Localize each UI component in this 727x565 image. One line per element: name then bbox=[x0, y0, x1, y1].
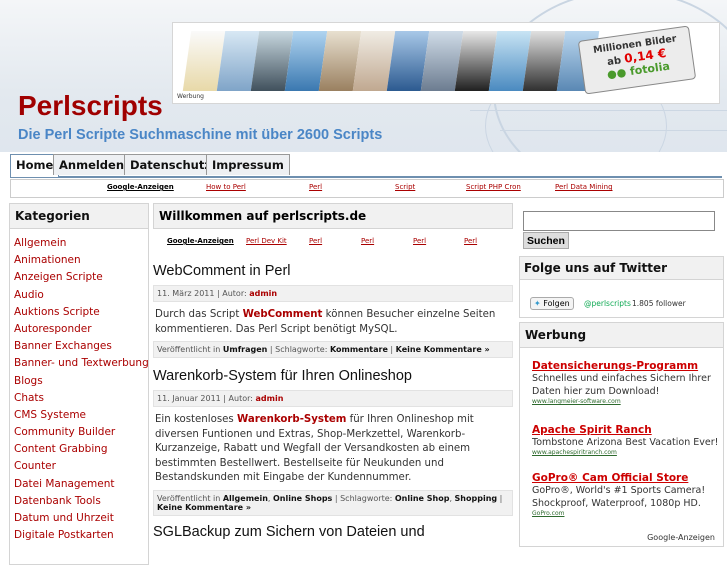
post-title[interactable]: WebComment in Perl bbox=[153, 263, 513, 279]
author-link[interactable]: admin bbox=[256, 394, 284, 403]
twitter-handle[interactable]: @perlscripts bbox=[584, 299, 631, 308]
category-link[interactable]: Datenbank Tools bbox=[14, 493, 148, 510]
ad-label: Werbung bbox=[177, 93, 204, 100]
ad-link-bar: Google-Anzeigen How to Perl Perl Script … bbox=[10, 179, 724, 198]
post: WebComment in Perl 11. März 2011 | Autor… bbox=[153, 263, 513, 358]
category-link[interactable]: Umfragen bbox=[223, 345, 268, 354]
post: Warenkorb-System für Ihren Onlineshop 11… bbox=[153, 368, 513, 516]
category-link[interactable]: Auktions Scripte bbox=[14, 304, 148, 321]
post-title[interactable]: SGLBackup zum Sichern von Dateien und bbox=[153, 524, 513, 540]
welcome-heading: Willkommen auf perlscripts.de bbox=[153, 203, 513, 229]
post-meta: 11. Januar 2011 | Autor: admin bbox=[153, 390, 513, 407]
script-link[interactable]: WebComment bbox=[243, 309, 323, 320]
category-link[interactable]: Audio bbox=[14, 287, 148, 304]
post-footer: Veröffentlicht in Allgemein, Online Shop… bbox=[153, 489, 513, 516]
ad-link[interactable]: Perl bbox=[413, 237, 426, 245]
post-footer: Veröffentlicht in Umfragen | Schlagworte… bbox=[153, 341, 513, 358]
google-ads-label[interactable]: Google-Anzeigen bbox=[167, 237, 234, 245]
category-link[interactable]: Datei Management bbox=[14, 476, 148, 493]
search-input[interactable] bbox=[523, 211, 715, 231]
ad-link[interactable]: How to Perl bbox=[206, 183, 246, 191]
category-link[interactable]: Datum und Uhrzeit bbox=[14, 510, 148, 527]
ads-widget: Werbung Datensicherungs-Programm Schnell… bbox=[519, 322, 724, 547]
ad-description: Schnelles und einfaches Sichern Ihrer Da… bbox=[532, 373, 711, 397]
main-content: Willkommen auf perlscripts.de Google-Anz… bbox=[153, 203, 513, 563]
follower-count: 1.805 follower bbox=[632, 299, 686, 308]
ad-title[interactable]: Datensicherungs-Programm bbox=[532, 360, 722, 372]
ad-link[interactable]: Perl bbox=[464, 237, 477, 245]
tag-link[interactable]: Online Shop bbox=[395, 494, 450, 503]
ad-link[interactable]: Script PHP Cron bbox=[466, 183, 521, 191]
category-list: Allgemein Animationen Anzeigen Scripte A… bbox=[10, 229, 149, 544]
grid-line bbox=[500, 130, 727, 131]
categories-sidebar: Kategorien Allgemein Animationen Anzeige… bbox=[9, 203, 149, 565]
category-link[interactable]: Anzeigen Scripte bbox=[14, 269, 148, 286]
comments-link[interactable]: Keine Kommentare » bbox=[396, 345, 490, 354]
grid-line bbox=[470, 110, 727, 111]
twitter-bird-icon: ✦ bbox=[534, 299, 541, 308]
tag-link[interactable]: Kommentare bbox=[330, 345, 388, 354]
text-ad[interactable]: Apache Spirit Ranch Tombstone Arizona Be… bbox=[532, 424, 722, 456]
category-link[interactable]: Online Shops bbox=[273, 494, 332, 503]
google-ads-label[interactable]: Google-Anzeigen bbox=[107, 183, 174, 191]
category-link[interactable]: Chats bbox=[14, 390, 148, 407]
site-title[interactable]: Perlscripts bbox=[18, 90, 163, 122]
ads-heading: Werbung bbox=[520, 323, 723, 348]
post-excerpt: Ein kostenloses Warenkorb-System für Ihr… bbox=[155, 414, 474, 483]
google-ads-badge[interactable]: Google-Anzeigen bbox=[647, 533, 715, 542]
category-link[interactable]: Banner- und Textwerbung bbox=[14, 355, 149, 372]
header: Werbung Millionen Bilder ab 0,14 € ●● fo… bbox=[0, 0, 727, 152]
categories-heading: Kategorien bbox=[10, 204, 148, 229]
search-button[interactable]: Suchen bbox=[523, 232, 569, 249]
ad-link[interactable]: Perl Dev Kit bbox=[246, 237, 287, 245]
category-link[interactable]: Blogs bbox=[14, 373, 148, 390]
ad-url[interactable]: www.apachespiritranch.com bbox=[532, 449, 722, 456]
ad-description: GoPro®, World's #1 Sports Camera! Shockp… bbox=[532, 485, 706, 509]
ad-url[interactable]: www.langmeier-software.com bbox=[532, 398, 722, 405]
ad-description: Tombstone Arizona Best Vacation Ever! bbox=[532, 437, 719, 448]
category-link[interactable]: Digitale Postkarten bbox=[14, 527, 148, 544]
ad-link[interactable]: Perl Data Mining bbox=[555, 183, 613, 191]
tab-impressum[interactable]: Impressum bbox=[206, 154, 290, 175]
site-tagline: Die Perl Scripte Suchmaschine mit über 2… bbox=[18, 127, 383, 143]
post-meta: 11. März 2011 | Autor: admin bbox=[153, 285, 513, 302]
category-link[interactable]: Animationen bbox=[14, 252, 148, 269]
tab-anmelden[interactable]: Anmelden bbox=[53, 154, 131, 175]
right-sidebar: Suchen Folge uns auf Twitter ✦ Folgen @p… bbox=[519, 203, 724, 547]
post-title[interactable]: Warenkorb-System für Ihren Onlineshop bbox=[153, 368, 513, 384]
comments-link[interactable]: Keine Kommentare » bbox=[157, 503, 251, 512]
ad-link[interactable]: Perl bbox=[361, 237, 374, 245]
tag-link[interactable]: Shopping bbox=[455, 494, 498, 503]
category-link[interactable]: Autoresponder bbox=[14, 321, 148, 338]
text-ad[interactable]: Datensicherungs-Programm Schnelles und e… bbox=[532, 360, 722, 405]
category-link[interactable]: Banner Exchanges bbox=[14, 338, 148, 355]
category-link[interactable]: CMS Systeme bbox=[14, 407, 148, 424]
twitter-follow-button[interactable]: ✦ Folgen bbox=[530, 297, 574, 310]
text-ad[interactable]: GoPro® Cam Official Store GoPro®, World'… bbox=[532, 472, 722, 517]
category-link[interactable]: Allgemein bbox=[223, 494, 268, 503]
post-excerpt: Durch das Script WebComment können Besuc… bbox=[155, 309, 496, 335]
twitter-heading: Folge uns auf Twitter bbox=[520, 257, 723, 280]
category-link[interactable]: Allgemein bbox=[14, 235, 148, 252]
category-link[interactable]: Community Builder bbox=[14, 424, 148, 441]
ad-link[interactable]: Perl bbox=[309, 237, 322, 245]
category-link[interactable]: Content Grabbing bbox=[14, 441, 148, 458]
category-link[interactable]: Counter bbox=[14, 458, 148, 475]
script-link[interactable]: Warenkorb-System bbox=[237, 414, 346, 425]
ad-title[interactable]: Apache Spirit Ranch bbox=[532, 424, 722, 436]
tab-home[interactable]: Home bbox=[10, 154, 60, 177]
tab-datenschutz[interactable]: Datenschutz bbox=[124, 154, 218, 175]
ad-title[interactable]: GoPro® Cam Official Store bbox=[532, 472, 722, 484]
ad-banner[interactable]: Werbung Millionen Bilder ab 0,14 € ●● fo… bbox=[172, 22, 720, 104]
ad-link[interactable]: Script bbox=[395, 183, 415, 191]
post: SGLBackup zum Sichern von Dateien und bbox=[153, 524, 513, 540]
ad-url[interactable]: GoPro.com bbox=[532, 510, 722, 517]
author-link[interactable]: admin bbox=[249, 289, 277, 298]
twitter-widget: Folge uns auf Twitter ✦ Folgen @perlscri… bbox=[519, 256, 724, 318]
main-navigation: Home Anmelden Datenschutz Impressum bbox=[10, 154, 722, 178]
ad-link[interactable]: Perl bbox=[309, 183, 322, 191]
